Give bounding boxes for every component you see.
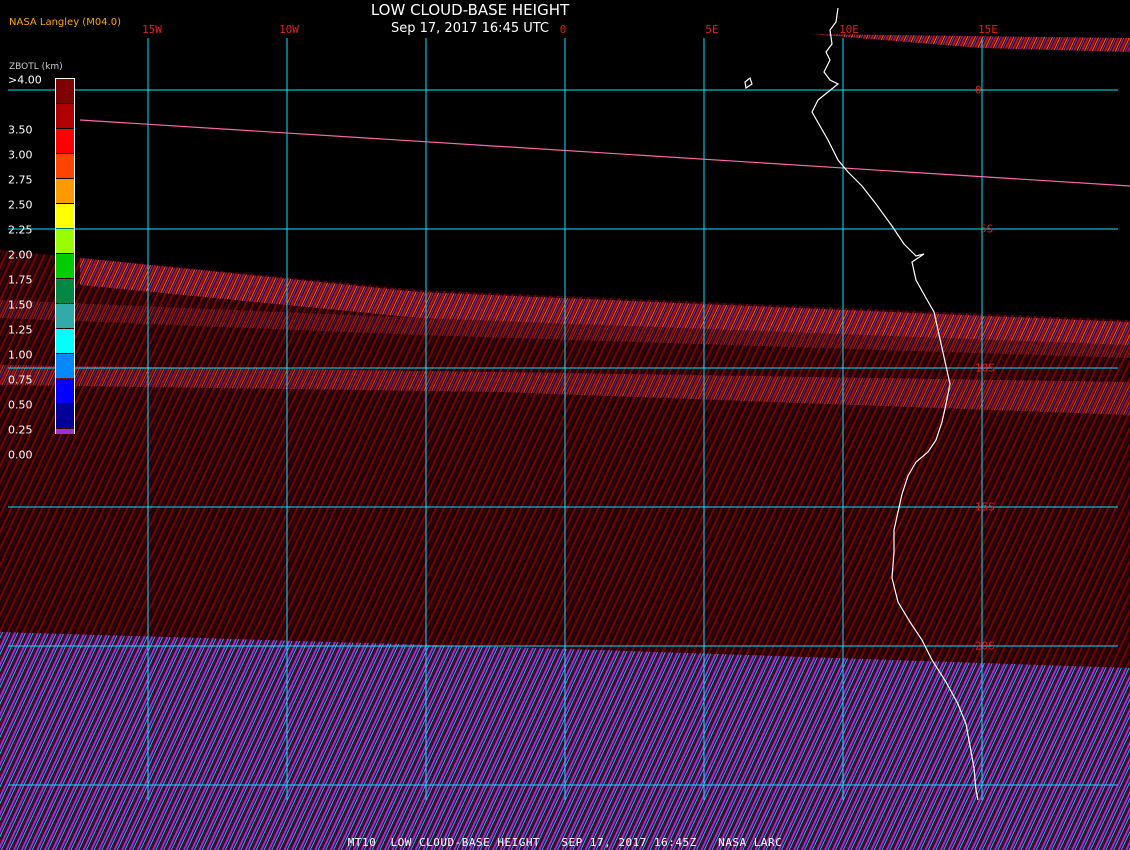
legend-colorbar — [55, 78, 75, 434]
legend-label: >4.00 — [8, 73, 42, 87]
footer-caption: MT10 LOW CLOUD-BASE HEIGHT SEP 17, 2017 … — [347, 836, 783, 849]
legend-swatch — [56, 79, 74, 103]
legend-label: 0.25 — [8, 423, 33, 437]
legend-label: 0.75 — [8, 373, 33, 387]
lon-label: 15W — [142, 23, 162, 36]
org-label: NASA Langley (M04.0) — [9, 17, 121, 28]
map-datetime: Sep 17, 2017 16:45 UTC — [390, 21, 550, 36]
legend-label: 1.00 — [8, 348, 33, 362]
legend-swatch — [56, 279, 74, 303]
lat-label: 20S — [975, 639, 995, 653]
cloud-base-map — [0, 7, 1130, 850]
legend-label: 2.75 — [8, 173, 33, 187]
legend-swatch — [56, 229, 74, 253]
legend-label: 0.50 — [8, 398, 33, 412]
bioko-island — [744, 76, 753, 90]
lon-label: 10E — [839, 23, 859, 36]
legend-label: 2.00 — [8, 248, 33, 262]
legend-swatch — [56, 179, 74, 203]
legend-label: 3.00 — [8, 148, 33, 162]
legend-label: 1.75 — [8, 273, 33, 287]
cloud-streak — [79, 119, 1130, 187]
legend-swatch — [56, 304, 74, 328]
legend-swatch — [56, 329, 74, 353]
lat-label: 5S — [980, 222, 994, 236]
legend-label: 0.00 — [8, 448, 33, 462]
legend-swatch — [56, 354, 74, 378]
lon-label: 15E — [978, 23, 998, 36]
legend-swatch — [56, 254, 74, 278]
legend-swatch — [56, 104, 74, 128]
legend-swatch — [56, 204, 74, 228]
lat-label: 15S — [975, 500, 995, 514]
lon-label: 0 — [559, 23, 567, 36]
legend-label: 2.50 — [8, 198, 33, 212]
legend-swatch — [56, 404, 74, 428]
legend-swatch — [56, 154, 74, 178]
legend-swatch — [56, 429, 74, 434]
legend-label: 1.50 — [8, 298, 33, 312]
legend-swatch — [56, 379, 74, 403]
cloud-band-northeast — [810, 34, 1130, 52]
lon-label: 5E — [705, 23, 719, 36]
legend-label: 2.25 — [8, 223, 33, 237]
map-title: LOW CLOUD-BASE HEIGHT — [370, 1, 570, 19]
lat-label: 0 — [975, 83, 982, 97]
legend-title: ZBOTL (km) — [9, 62, 63, 72]
legend-label: 3.50 — [8, 123, 33, 137]
lon-label: 10W — [279, 23, 299, 36]
lat-label: 10S — [975, 361, 995, 375]
legend-swatch — [56, 129, 74, 153]
legend-label: 1.25 — [8, 323, 33, 337]
